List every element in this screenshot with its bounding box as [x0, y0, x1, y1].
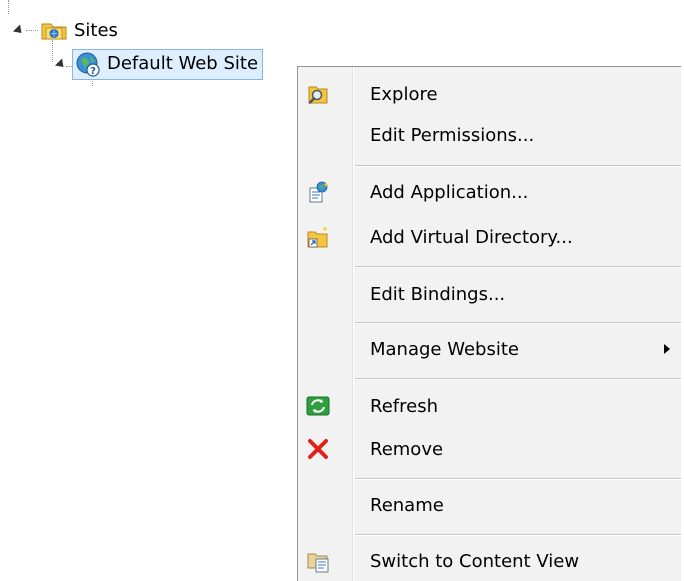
menu-item-switch-to-content-view[interactable]: Switch to Content View	[298, 541, 682, 581]
add-virtual-directory-icon	[307, 226, 329, 248]
menu-separator	[355, 378, 681, 380]
refresh-icon	[306, 396, 330, 416]
remove-icon	[308, 439, 328, 459]
menu-separator	[355, 322, 681, 324]
menu-item-label: Add Virtual Directory...	[370, 226, 573, 248]
explore-icon	[308, 86, 328, 104]
context-menu: Explore Edit Permissions... Add Applicat…	[297, 66, 681, 581]
svg-text:?: ?	[90, 66, 96, 77]
menu-separator	[355, 534, 681, 536]
expand-arrow-icon[interactable]	[12, 23, 26, 37]
menu-item-edit-permissions[interactable]: Edit Permissions...	[298, 115, 682, 155]
menu-item-label: Manage Website	[370, 338, 519, 360]
menu-item-remove[interactable]: Remove	[298, 429, 682, 469]
expand-arrow-icon[interactable]	[54, 57, 68, 71]
content-view-icon	[307, 553, 329, 573]
menu-item-label: Add Application...	[370, 181, 529, 203]
sites-folder-icon	[41, 23, 67, 40]
menu-item-refresh[interactable]: Refresh	[298, 386, 682, 426]
menu-item-add-virtual-directory[interactable]: Add Virtual Directory...	[298, 217, 682, 257]
menu-item-label: Refresh	[370, 395, 438, 417]
tree-connector	[52, 40, 53, 62]
menu-item-manage-website[interactable]: Manage Website	[298, 329, 682, 369]
tree-node-label: Sites	[74, 19, 118, 41]
selected-node[interactable]: ? Default Web Site	[72, 48, 264, 80]
menu-item-explore[interactable]: Explore	[298, 74, 682, 114]
menu-item-label: Edit Permissions...	[370, 124, 535, 146]
tree-node-default-web-site[interactable]: ? Default Web Site	[54, 48, 264, 80]
tree-connector	[8, 0, 9, 14]
add-application-icon	[309, 181, 329, 203]
submenu-arrow-icon	[664, 344, 670, 354]
menu-item-edit-bindings[interactable]: Edit Bindings...	[298, 274, 682, 314]
menu-separator	[355, 266, 681, 268]
menu-separator	[355, 478, 681, 480]
menu-separator	[355, 165, 681, 167]
menu-item-label: Remove	[370, 438, 444, 460]
tree-node-label: Default Web Site	[107, 53, 259, 74]
menu-item-label: Rename	[370, 494, 444, 516]
tree-node-sites[interactable]: Sites	[12, 18, 118, 42]
menu-item-add-application[interactable]: Add Application...	[298, 172, 682, 212]
menu-item-label: Switch to Content View	[370, 550, 580, 572]
web-site-globe-icon: ?	[76, 52, 100, 77]
menu-item-label: Edit Bindings...	[370, 283, 506, 305]
menu-item-rename[interactable]: Rename	[298, 485, 682, 525]
menu-item-label: Explore	[370, 83, 438, 105]
